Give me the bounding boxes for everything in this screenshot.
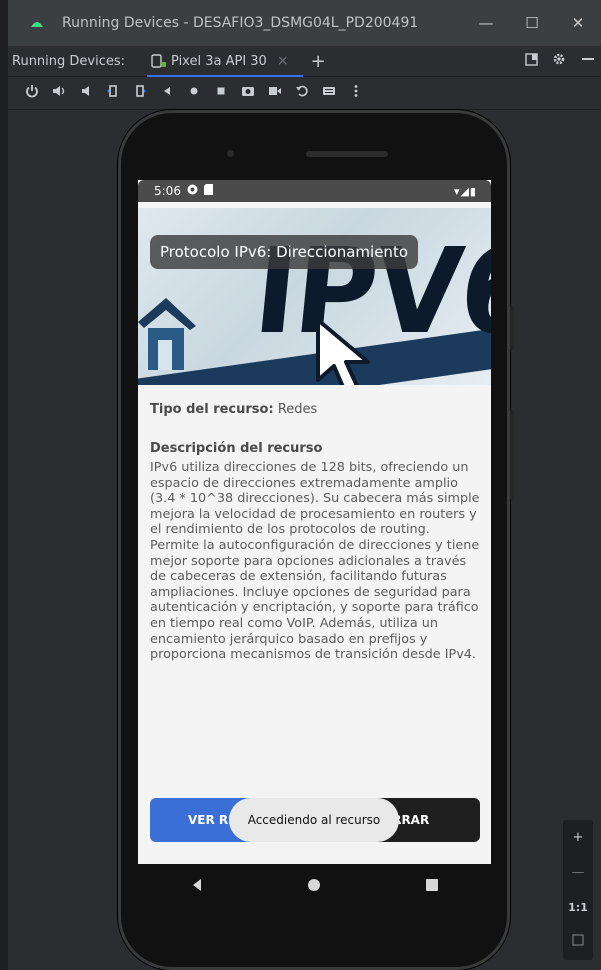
- power-side-button: [510, 410, 514, 500]
- maximize-button[interactable]: ☐: [509, 14, 555, 32]
- tab-pixel-3a[interactable]: Pixel 3a API 30 ×: [147, 46, 303, 77]
- device-tab-bar: Running Devices: Pixel 3a API 30 × +: [8, 46, 601, 77]
- description-heading: Descripción del recurso: [150, 441, 323, 456]
- home-icon[interactable]: [180, 85, 207, 101]
- phone-bezel-top: [148, 120, 480, 180]
- resource-details: Tipo del recurso: Redes Descripción del …: [150, 402, 480, 663]
- title-bar: Running Devices - DESAFIO3_DSMG04L_PD200…: [8, 0, 601, 46]
- sd-card-icon: [203, 184, 213, 198]
- rotate-right-icon[interactable]: [126, 84, 153, 102]
- signal-battery-icons: ▾◢▮: [453, 184, 477, 198]
- phone-frame: 5:06 ▾◢▮ IPV6 Protocolo IPv6: Direcciona…: [118, 110, 514, 970]
- resource-type-value: Redes: [277, 402, 318, 417]
- status-time: 5:06: [154, 184, 181, 198]
- resource-type-row: Tipo del recurso: Redes: [150, 402, 480, 417]
- zoom-actual-size-button[interactable]: 1:1: [568, 901, 588, 914]
- zoom-controls: + — 1:1: [563, 820, 593, 960]
- vpn-icon: [187, 184, 198, 198]
- power-icon[interactable]: [18, 84, 45, 102]
- device-toolbar: [8, 77, 601, 110]
- tab-label: Pixel 3a API 30: [171, 53, 267, 69]
- nav-home-icon[interactable]: [284, 877, 344, 896]
- hide-panel-icon[interactable]: [573, 52, 601, 70]
- window-title: Running Devices - DESAFIO3_DSMG04L_PD200…: [62, 15, 419, 31]
- minimize-button[interactable]: —: [463, 14, 509, 32]
- back-icon[interactable]: [153, 85, 180, 101]
- resource-description: IPv6 utiliza direcciones de 128 bits, of…: [150, 460, 480, 663]
- rotate-left-icon[interactable]: [99, 84, 126, 102]
- running-devices-label: Running Devices:: [12, 53, 126, 69]
- more-icon[interactable]: [342, 84, 369, 102]
- android-icon: [31, 22, 43, 27]
- nav-back-icon[interactable]: [167, 877, 227, 896]
- resource-title: Protocolo IPv6: Direccionamiento: [150, 235, 418, 269]
- close-tab-icon[interactable]: ×: [277, 53, 289, 69]
- close-window-button[interactable]: ✕: [555, 14, 601, 32]
- device-screen[interactable]: 5:06 ▾◢▮ IPV6 Protocolo IPv6: Direcciona…: [138, 180, 491, 864]
- screenshot-icon[interactable]: [234, 84, 261, 102]
- android-status-bar: 5:06 ▾◢▮: [138, 180, 491, 202]
- front-camera: [227, 150, 234, 157]
- zoom-fit-icon[interactable]: [572, 934, 584, 950]
- toast-message: Accediendo al recurso: [229, 798, 399, 842]
- overview-icon[interactable]: [207, 85, 234, 101]
- nav-overview-icon[interactable]: [402, 877, 462, 896]
- record-icon[interactable]: [261, 84, 288, 102]
- add-device-button[interactable]: +: [311, 51, 326, 72]
- android-nav-bar: [138, 864, 491, 908]
- device-stage: 5:06 ▾◢▮ IPV6 Protocolo IPv6: Direcciona…: [8, 110, 601, 970]
- zoom-in-button[interactable]: +: [573, 830, 584, 845]
- zoom-out-button[interactable]: —: [572, 865, 585, 880]
- undo-icon[interactable]: [288, 84, 315, 102]
- volume-side-button: [510, 306, 514, 350]
- volume-up-icon[interactable]: [45, 84, 72, 102]
- gear-icon[interactable]: [545, 52, 573, 70]
- resource-type-label: Tipo del recurso:: [150, 402, 274, 417]
- mouse-cursor-icon: [316, 318, 370, 385]
- running-devices-window: Running Devices - DESAFIO3_DSMG04L_PD200…: [0, 0, 601, 970]
- layout-icon[interactable]: [517, 52, 545, 70]
- earpiece-speaker: [306, 151, 388, 157]
- house-illustration-icon: [138, 298, 196, 370]
- phone-device-icon: [151, 54, 167, 68]
- volume-down-icon[interactable]: [72, 84, 99, 102]
- resource-hero-image: IPV6 Protocolo IPv6: Direccionamiento: [138, 202, 491, 385]
- keyboard-icon[interactable]: [315, 84, 342, 102]
